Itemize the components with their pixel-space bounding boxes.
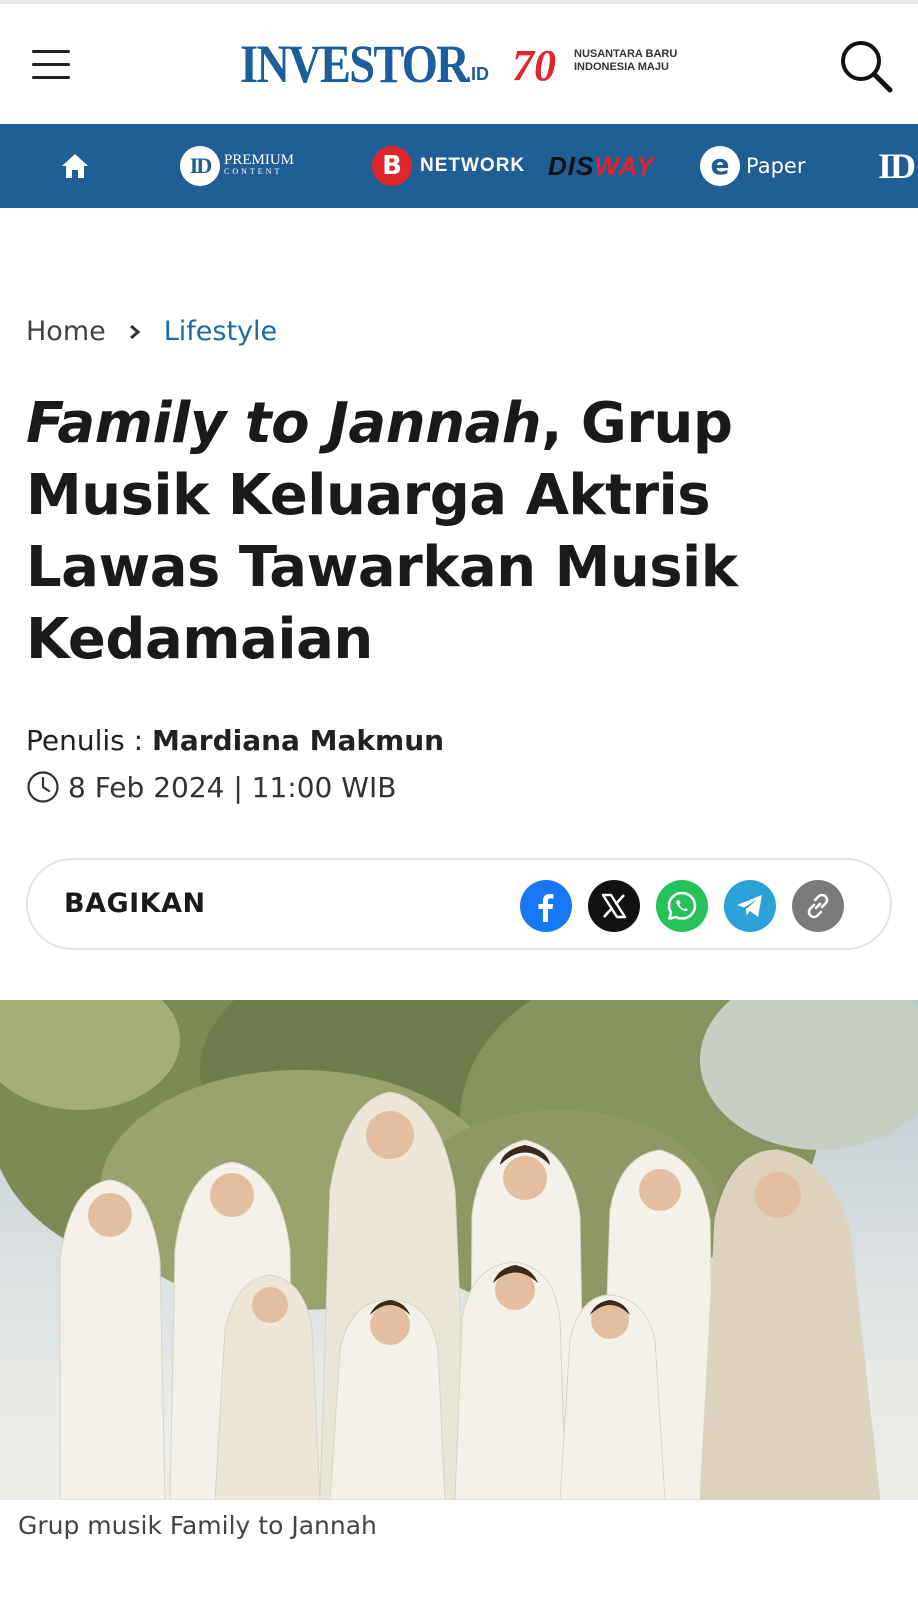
facebook-icon [538, 894, 554, 922]
premium-label: PREMIUM CONTENT [224, 152, 295, 177]
section-navbar: ID PREMIUM CONTENT B NETWORK DISWAY e Pa… [0, 124, 918, 208]
author-label: Penulis : [26, 724, 152, 757]
share-label: BAGIKAN [64, 888, 206, 919]
author-line: Penulis : Mardiana Makmun [26, 724, 444, 757]
nav-id-more[interactable]: ID [878, 124, 916, 208]
id-premium-badge: ID [180, 146, 220, 186]
share-x-button[interactable] [588, 880, 640, 932]
chevron-right-icon [129, 324, 141, 339]
epaper-label: Paper [746, 154, 806, 178]
author-name[interactable]: Mardiana Makmun [152, 724, 444, 757]
share-facebook-button[interactable] [520, 880, 572, 932]
breadcrumb: Home Lifestyle [26, 316, 277, 347]
family-group-photo [0, 1000, 918, 1500]
breadcrumb-home[interactable]: Home [26, 316, 106, 347]
article-title: Family to Jannah, Grup Musik Keluarga Ak… [26, 388, 886, 676]
x-icon [601, 893, 627, 919]
share-telegram-button[interactable] [724, 880, 776, 932]
b-network-badge: B [372, 146, 412, 186]
nav-premium-content[interactable]: ID PREMIUM CONTENT [180, 124, 294, 208]
hamburger-menu-icon[interactable] [32, 50, 70, 80]
logo-wordmark: INVESTOR [240, 34, 470, 94]
nav-epaper[interactable]: e Paper [700, 124, 805, 208]
nav-disway[interactable]: DISWAY [548, 124, 655, 208]
epaper-badge: e [700, 146, 740, 186]
whatsapp-icon [667, 891, 697, 920]
id-more-label: ID [878, 146, 916, 186]
anniversary-tagline: NUSANTARA BARU INDONESIA MAJU [574, 48, 678, 73]
svg-text:70: 70 [512, 41, 556, 88]
share-copy-link-button[interactable] [792, 880, 844, 932]
site-logo[interactable]: INVESTOR .ID 70 NUSANTARA BARU INDONESIA… [240, 34, 680, 100]
image-caption: Grup musik Family to Jannah [18, 1511, 377, 1540]
nav-b-network[interactable]: B NETWORK [372, 124, 525, 208]
site-header: INVESTOR .ID 70 NUSANTARA BARU INDONESIA… [0, 4, 918, 124]
network-label: NETWORK [420, 155, 526, 176]
logo-suffix: .ID [466, 64, 490, 84]
share-bar: BAGIKAN [26, 858, 892, 950]
disway-logo: DISWAY [548, 150, 655, 181]
publish-date: 8 Feb 2024 | 11:00 WIB [26, 770, 396, 804]
share-whatsapp-button[interactable] [656, 880, 708, 932]
home-icon [62, 154, 88, 178]
link-icon [807, 893, 829, 919]
anniversary-70-logo: 70 [512, 41, 556, 88]
search-icon[interactable] [838, 38, 894, 94]
breadcrumb-category[interactable]: Lifestyle [164, 316, 277, 347]
date-text: 8 Feb 2024 | 11:00 WIB [68, 770, 397, 804]
title-italic: Family to Jannah [26, 391, 542, 456]
telegram-icon [737, 895, 762, 917]
article-hero-image [0, 1000, 918, 1500]
clock-icon [27, 771, 59, 803]
nav-home[interactable] [60, 124, 90, 208]
